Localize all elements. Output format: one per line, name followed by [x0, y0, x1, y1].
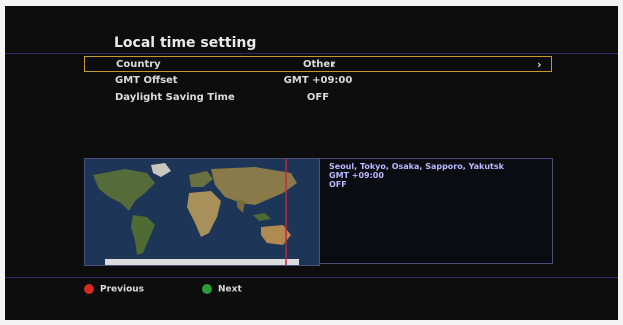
setting-row-daylight-saving[interactable]: Daylight Saving Time OFF — [84, 90, 552, 106]
setting-value-gmt-offset: GMT +09:00 — [283, 75, 353, 86]
timezone-offset: GMT +09:00 — [329, 171, 384, 180]
timezone-info-panel: Seoul, Tokyo, Osaka, Sapporo, Yakutsk GM… — [319, 158, 553, 264]
setting-row-gmt-offset[interactable]: GMT Offset GMT +09:00 — [84, 73, 552, 89]
setting-value-daylight-saving: OFF — [306, 92, 330, 103]
page-title: Local time setting — [114, 35, 257, 51]
tv-screen: Local time setting Country ‹ Other › GMT… — [5, 6, 618, 320]
next-label: Next — [218, 284, 242, 295]
previous-label: Previous — [100, 284, 145, 295]
next-button[interactable]: Next — [202, 284, 242, 295]
previous-button[interactable]: Previous — [84, 284, 144, 295]
setting-value-country: Other — [302, 59, 336, 70]
green-button-icon — [202, 284, 212, 294]
setting-row-country[interactable]: Country ‹ Other › — [84, 56, 552, 72]
timezone-dst: OFF — [329, 180, 347, 189]
chevron-right-icon[interactable]: › — [537, 58, 542, 71]
footer-divider — [5, 277, 618, 278]
red-button-icon — [84, 284, 94, 294]
world-map — [84, 158, 320, 266]
world-map-image — [85, 159, 319, 265]
header-divider — [5, 53, 618, 54]
timezone-cities: Seoul, Tokyo, Osaka, Sapporo, Yakutsk — [329, 162, 504, 171]
